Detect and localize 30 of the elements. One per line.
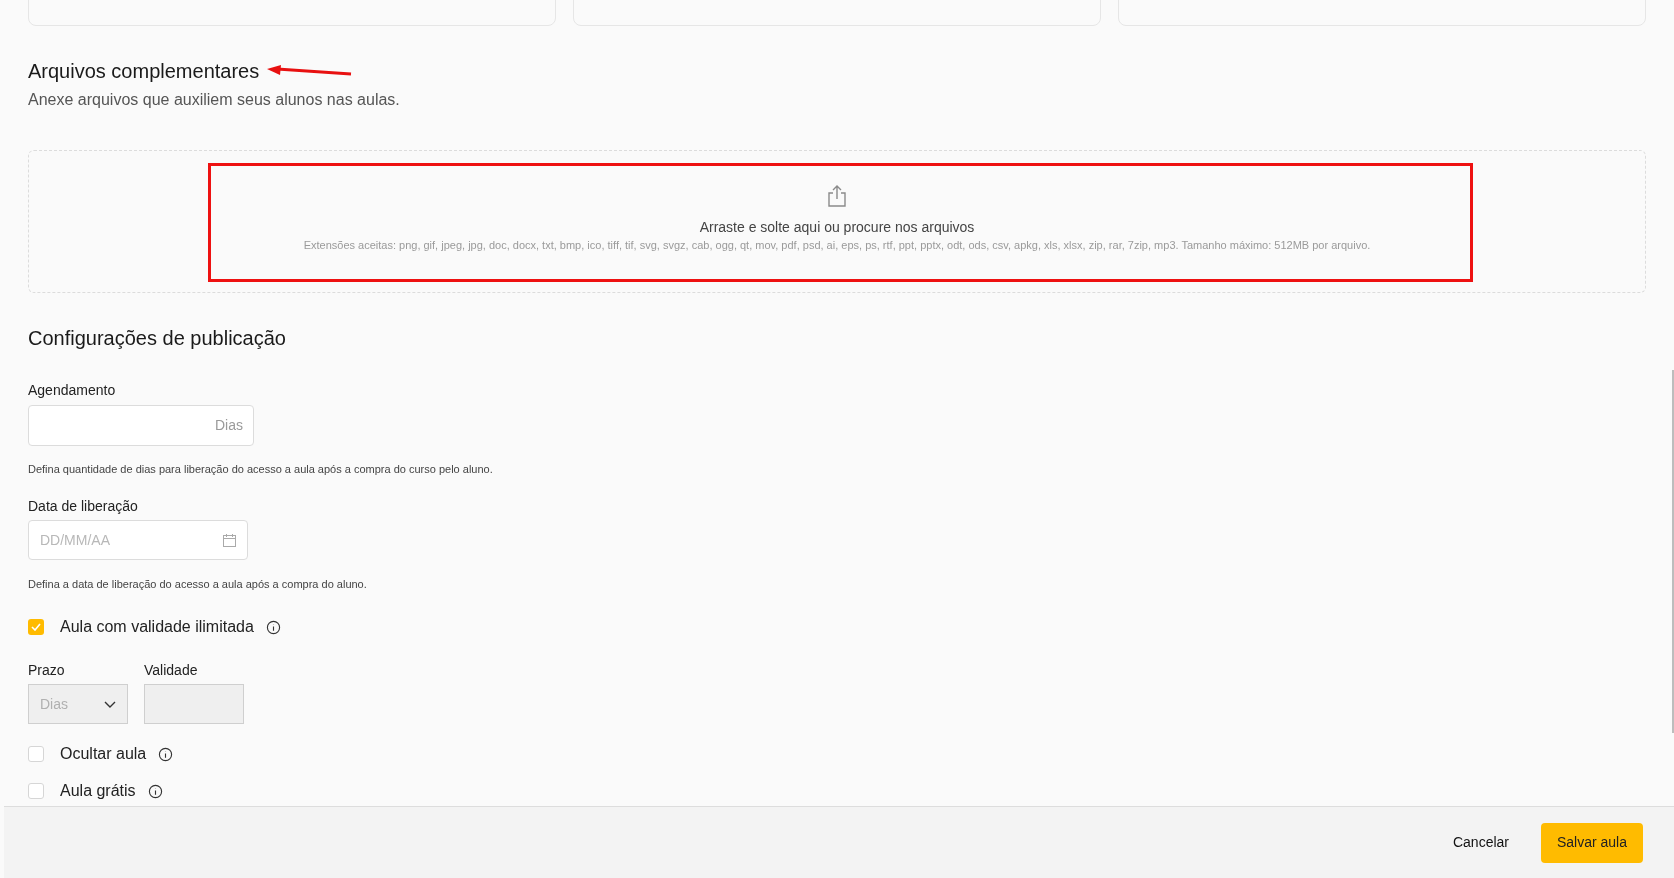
help-text: Defina a data de liberação do acesso a aula após a compra do aluno. — [28, 577, 368, 591]
field-label: Agendamento — [28, 381, 117, 399]
save-button[interactable]: Salvar aula — [1541, 822, 1643, 863]
checkmark-icon — [31, 623, 41, 631]
input-suffix: Dias — [215, 416, 243, 435]
cancel-button[interactable]: Cancelar — [1450, 832, 1511, 853]
scrollbar[interactable] — [1672, 370, 1674, 733]
help-text: Defina quantidade de dias para liberação do acesso a aula após a compra do curso pelo aluno. — [28, 462, 494, 476]
checkbox-label: Aula grátis — [60, 781, 136, 801]
section-subtitle: Anexe arquivos que auxiliem seus alunos nas aulas. — [28, 90, 401, 110]
info-icon[interactable] — [147, 783, 163, 799]
info-icon[interactable] — [265, 619, 281, 635]
date-input-field[interactable]: DD/MM/AA — [28, 520, 248, 560]
calendar-icon[interactable] — [223, 533, 236, 547]
checkbox-label: Ocultar aula — [60, 744, 147, 764]
dropzone-text: Arraste e solte aqui ou procure nos arquivos — [699, 218, 975, 236]
checkbox[interactable] — [28, 746, 44, 762]
checkbox-label: Aula com validade ilimitada — [60, 617, 254, 637]
info-icon[interactable] — [158, 746, 174, 762]
file-dropzone[interactable] — [28, 150, 1646, 293]
accepted-extensions-text: Extensões aceitas: png, gif, jpeg, jpg, doc, docx, txt, bmp, ico, tiff, tif, svg, svgz, cab, ogg, qt, mov, pdf, psd, ai, eps, ps, rtf, ppt, pptx, odt, ods, csv, apkg, xls, xlsx, zip, rar, 7zip, mp3. Tamanho máximo: 512MB por arquivo. — [303, 238, 1371, 252]
section-title: Arquivos complementares — [28, 59, 260, 83]
field-label: Prazo — [28, 661, 66, 679]
date-input[interactable]: DD/MM/AA — [40, 529, 223, 551]
field-label: Data de liberação — [28, 497, 139, 515]
section-title: Configurações de publicação — [28, 326, 287, 350]
share-icon — [827, 184, 847, 208]
checkbox[interactable] — [28, 619, 44, 635]
field-label: Validade — [144, 661, 199, 679]
checkbox[interactable] — [28, 783, 44, 799]
